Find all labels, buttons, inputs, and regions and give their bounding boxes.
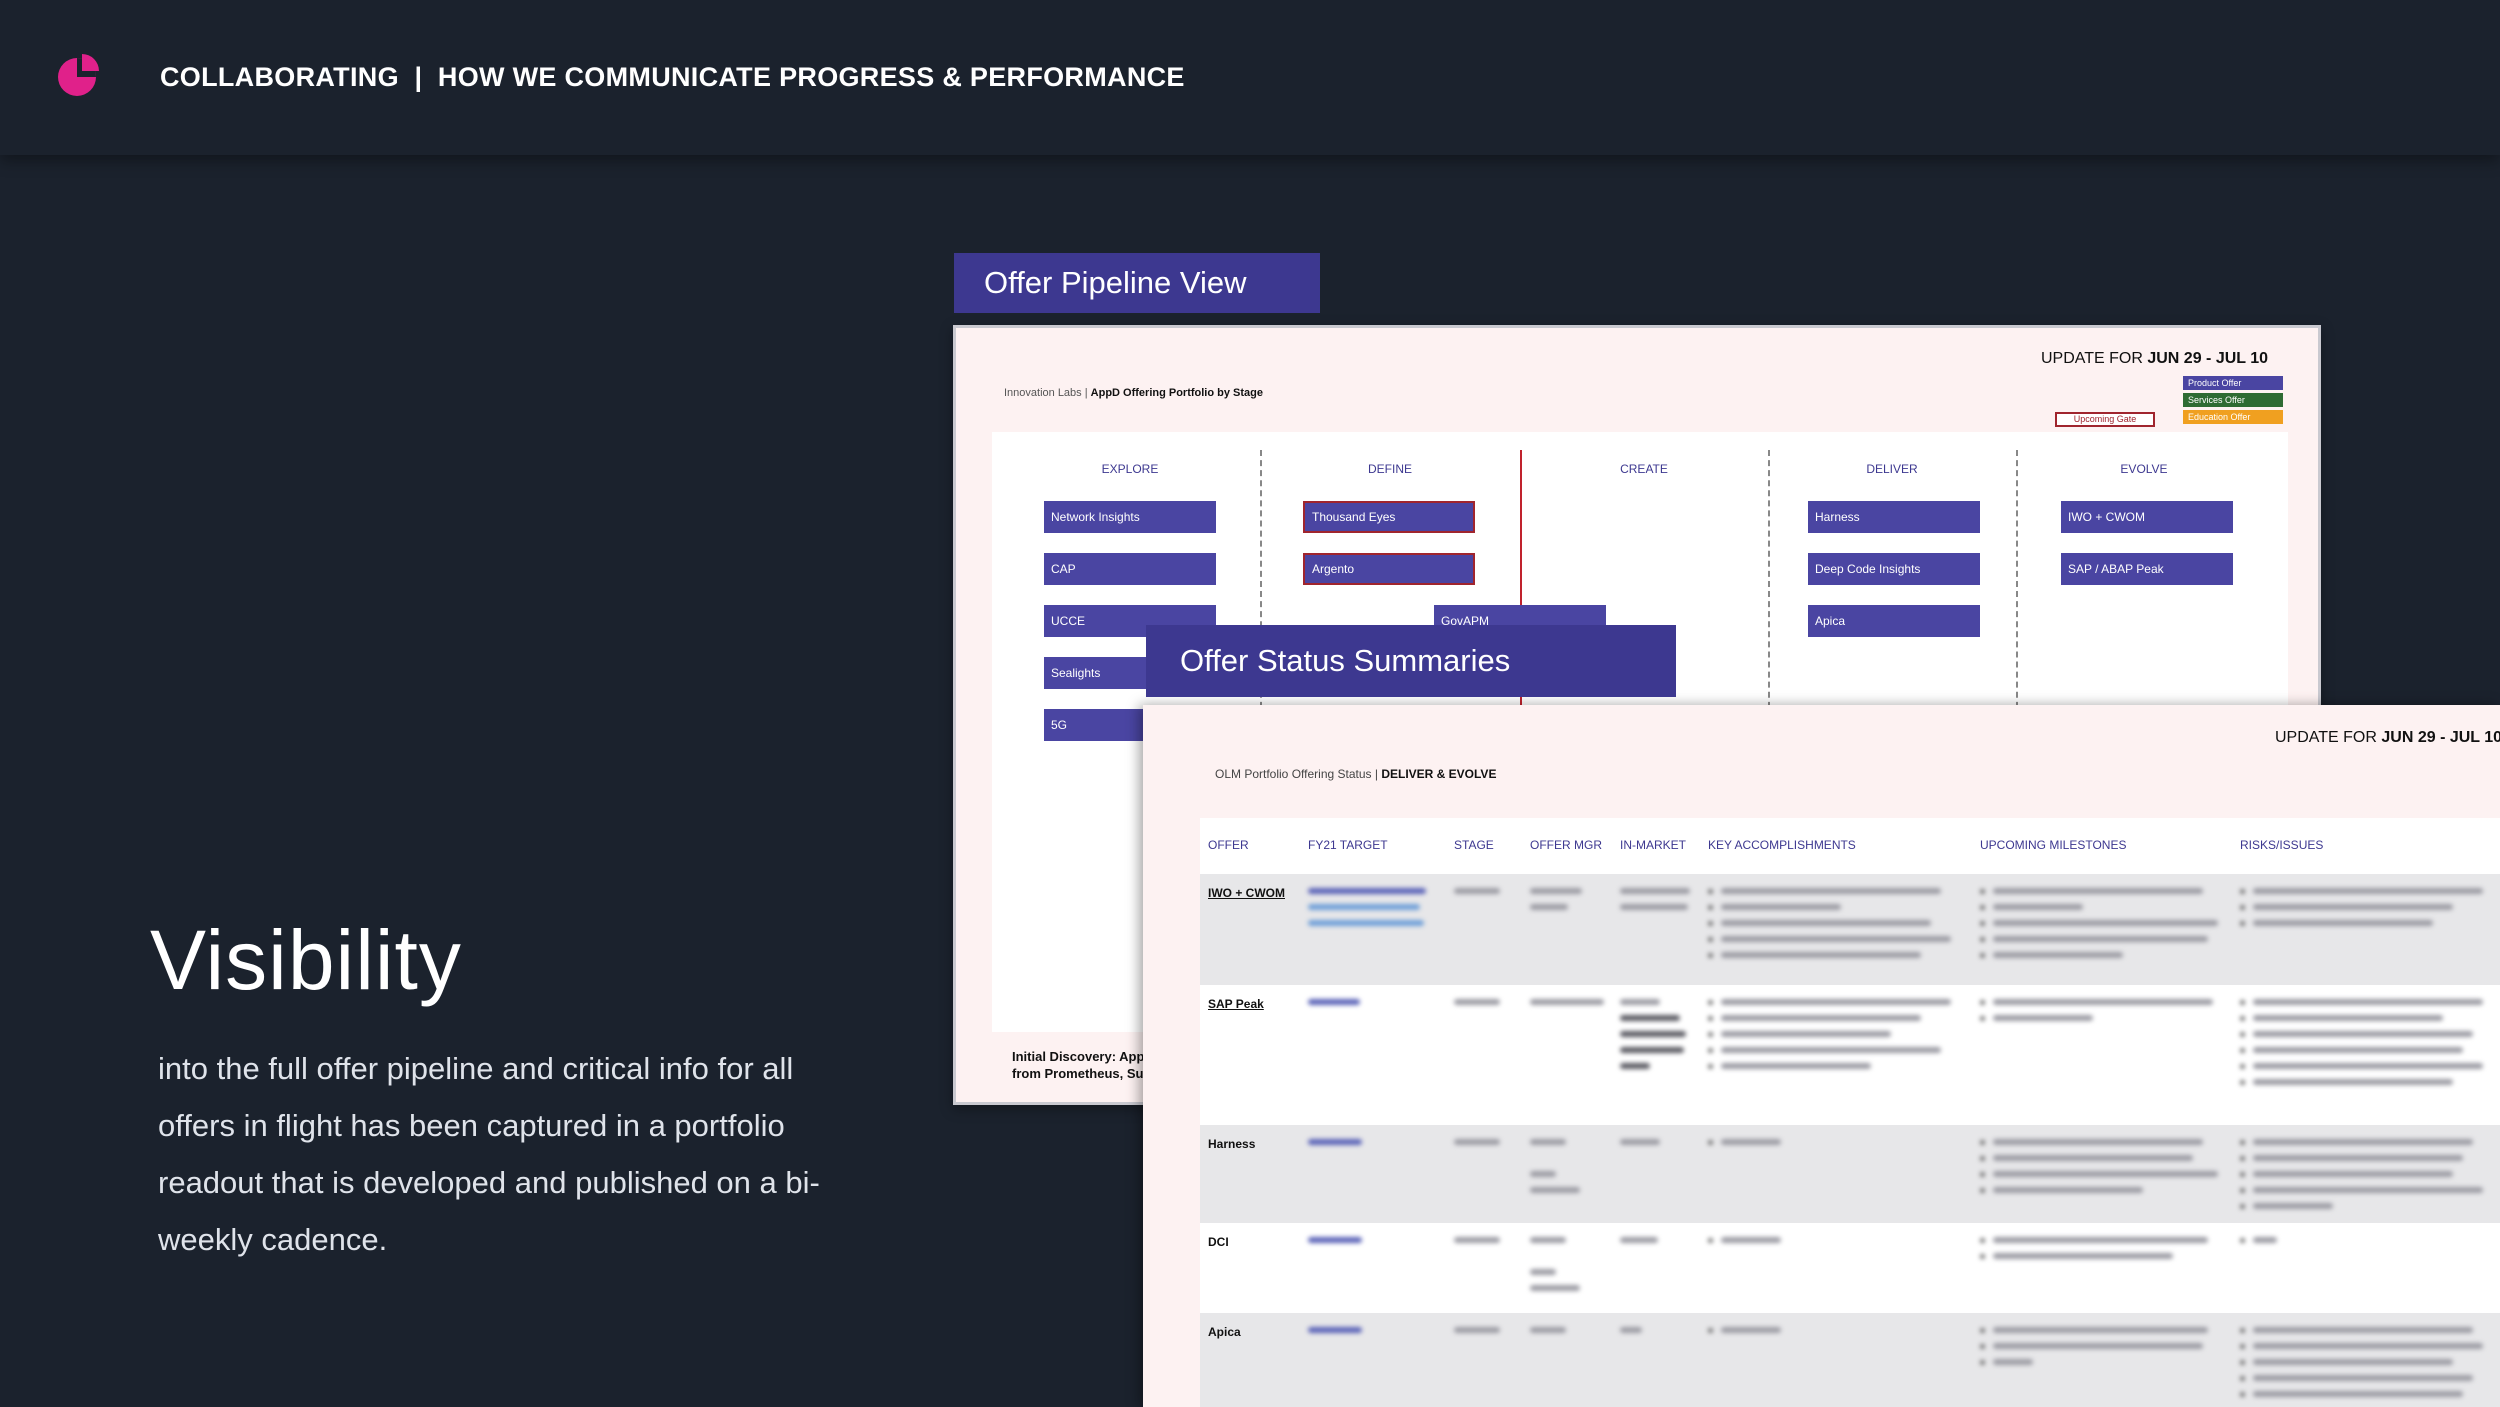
- offer-box[interactable]: Harness: [1808, 501, 1980, 533]
- column-header: STAGE: [1454, 838, 1494, 852]
- redacted-text: [2240, 1327, 2490, 1407]
- legend: Product Offer Services Offer Education O…: [2183, 376, 2283, 427]
- pipeline-update-date: UPDATE FOR JUN 29 - JUL 10: [2041, 350, 2268, 368]
- redacted-text: [1308, 1139, 1368, 1155]
- status-table: OFFER FY21 TARGET STAGE OFFER MGR IN-MAR…: [1200, 818, 2500, 1407]
- update-prefix: UPDATE FOR: [2040, 350, 2148, 367]
- redacted-text: [1708, 1327, 1958, 1343]
- subtitle-title: DELIVER & EVOLVE: [1381, 767, 1497, 781]
- footer-line-1: Initial Discovery: App: [1012, 1049, 1145, 1064]
- redacted-text: [1708, 1237, 1958, 1253]
- pipeline-view-label: Offer Pipeline View: [954, 253, 1320, 313]
- redacted-text: [1530, 1139, 1590, 1203]
- subtitle-org: OLM Portfolio Offering Status |: [1215, 767, 1382, 781]
- redacted-text: [1308, 999, 1368, 1015]
- column-header: OFFER: [1208, 838, 1249, 852]
- redacted-text: [1708, 888, 1958, 968]
- offer-box[interactable]: Deep Code Insights: [1808, 553, 1980, 585]
- table-row[interactable]: IWO + CWOM: [1200, 874, 2500, 985]
- redacted-text: [1308, 1327, 1368, 1343]
- redacted-text: [2240, 1237, 2490, 1253]
- subtitle-org: Innovation Labs |: [1004, 387, 1091, 399]
- offer-box[interactable]: SAP / ABAP Peak: [2061, 553, 2233, 585]
- status-update-date: UPDATE FOR JUN 29 - JUL 10: [2275, 729, 2500, 747]
- pipeline-subtitle: Innovation Labs | AppD Offering Portfoli…: [1004, 387, 1263, 399]
- table-row[interactable]: SAP Peak: [1200, 985, 2500, 1125]
- stage-deliver: DELIVER: [1866, 462, 1918, 476]
- redacted-text: [1708, 999, 1958, 1079]
- redacted-text: [1454, 999, 1504, 1015]
- offer-name[interactable]: IWO + CWOM: [1208, 886, 1285, 900]
- redacted-text: [1454, 1139, 1504, 1155]
- redacted-text: [2240, 1139, 2490, 1219]
- column-header: RISKS/ISSUES: [2240, 838, 2324, 852]
- subtitle-title: AppD Offering Portfolio by Stage: [1090, 387, 1263, 399]
- offer-name[interactable]: Harness: [1208, 1137, 1255, 1151]
- redacted-text: [1530, 1327, 1590, 1343]
- legend-product: Product Offer: [2183, 376, 2283, 390]
- redacted-text: [1980, 1237, 2230, 1269]
- redacted-text: [1530, 888, 1590, 920]
- redacted-text: [1620, 1139, 1696, 1155]
- table-row[interactable]: DCI: [1200, 1223, 2500, 1313]
- header-bar: COLLABORATING | HOW WE COMMUNICATE PROGR…: [0, 0, 2500, 155]
- stage-create: CREATE: [1620, 462, 1668, 476]
- update-prefix: UPDATE FOR: [2275, 729, 2382, 746]
- redacted-text: [1530, 1237, 1590, 1301]
- table-row[interactable]: Apica: [1200, 1313, 2500, 1407]
- redacted-text: [1980, 1139, 2230, 1203]
- redacted-text: [1980, 888, 2230, 968]
- offer-name[interactable]: DCI: [1208, 1235, 1229, 1249]
- footer-line-2: from Prometheus, Su: [1012, 1066, 1144, 1081]
- offer-box[interactable]: Network Insights: [1044, 501, 1216, 533]
- offer-name[interactable]: Apica: [1208, 1325, 1241, 1339]
- table-row[interactable]: Harness: [1200, 1125, 2500, 1223]
- redacted-text: [1620, 1327, 1696, 1343]
- status-summaries-card: UPDATE FOR JUN 29 - JUL 10 OLM Portfolio…: [1143, 705, 2500, 1407]
- redacted-text: [1454, 1237, 1504, 1253]
- redacted-text: [1620, 888, 1696, 920]
- column-header: UPCOMING MILESTONES: [1980, 838, 2127, 852]
- stage-define: DEFINE: [1367, 462, 1413, 476]
- offer-box[interactable]: Thousand Eyes: [1303, 501, 1475, 533]
- header-title: COLLABORATING | HOW WE COMMUNICATE PROGR…: [160, 62, 1185, 92]
- update-dates: JUN 29 - JUL 10: [2147, 350, 2268, 367]
- legend-upcoming-gate: Upcoming Gate: [2055, 412, 2155, 427]
- table-header: OFFER FY21 TARGET STAGE OFFER MGR IN-MAR…: [1200, 818, 2500, 874]
- column-header: FY21 TARGET: [1308, 838, 1388, 852]
- redacted-text: [1308, 1237, 1368, 1253]
- pie-chart-icon: [58, 54, 99, 96]
- stage-explore: EXPLORE: [1101, 462, 1159, 476]
- column-header: OFFER MGR: [1530, 838, 1602, 852]
- pipeline-footer: Initial Discovery: App from Prometheus, …: [1012, 1048, 1144, 1082]
- body-text: into the full offer pipeline and critica…: [158, 1051, 820, 1257]
- redacted-text: [1980, 999, 2230, 1031]
- stage-evolve: EVOLVE: [2120, 462, 2168, 476]
- redacted-text: [2240, 888, 2490, 936]
- status-summaries-label: Offer Status Summaries: [1146, 625, 1676, 697]
- redacted-text: [1980, 1327, 2230, 1375]
- redacted-text: [1620, 999, 1696, 1079]
- legend-education: Education Offer: [2183, 410, 2283, 424]
- redacted-text: [1530, 999, 1610, 1015]
- redacted-text: [1454, 888, 1504, 904]
- redacted-text: [2240, 999, 2490, 1095]
- offer-box[interactable]: Apica: [1808, 605, 1980, 637]
- status-subtitle: OLM Portfolio Offering Status | DELIVER …: [1215, 767, 1496, 781]
- headline: Visibility: [150, 913, 462, 1007]
- offer-box[interactable]: Argento: [1303, 553, 1475, 585]
- column-header: KEY ACCOMPLISHMENTS: [1708, 838, 1856, 852]
- offer-box[interactable]: IWO + CWOM: [2061, 501, 2233, 533]
- update-dates: JUN 29 - JUL 10: [2381, 729, 2500, 746]
- redacted-text: [1308, 888, 1428, 936]
- offer-box[interactable]: CAP: [1044, 553, 1216, 585]
- offer-name[interactable]: SAP Peak: [1208, 997, 1264, 1011]
- legend-services: Services Offer: [2183, 393, 2283, 407]
- redacted-text: [1620, 1237, 1696, 1253]
- column-header: IN-MARKET: [1620, 838, 1686, 852]
- redacted-text: [1454, 1327, 1504, 1343]
- redacted-text: [1708, 1139, 1958, 1155]
